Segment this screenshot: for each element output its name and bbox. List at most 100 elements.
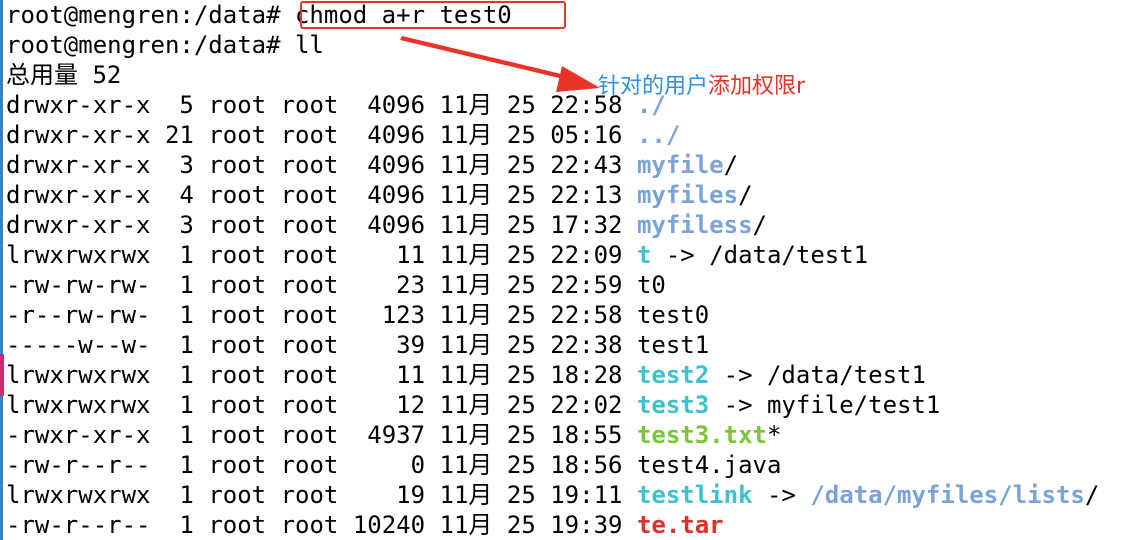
month-cell: 11月: [439, 331, 493, 359]
perms-cell: -rw-r--r--: [6, 511, 151, 539]
month-cell: 11月: [439, 481, 493, 509]
links-cell: 1: [179, 451, 194, 479]
type-suffix: /: [752, 211, 767, 239]
filename-cell: test3.txt: [636, 421, 767, 449]
filename-cell: testlink: [636, 481, 753, 509]
symlink-arrow: ->: [752, 481, 811, 509]
owner-cell: root: [208, 331, 267, 359]
group-cell: root: [280, 331, 339, 359]
links-cell: 4: [179, 181, 194, 209]
filename-cell: test1: [636, 331, 710, 359]
day-cell: 25: [506, 391, 536, 419]
owner-cell: root: [208, 451, 267, 479]
listing-row: drwxr-xr-x 5 root root 4096 11月 25 22:58…: [6, 90, 666, 120]
listing-row: drwxr-xr-x 21 root root 4096 11月 25 05:1…: [6, 120, 680, 150]
perms-cell: lrwxrwxrwx: [6, 361, 151, 389]
owner-cell: root: [208, 91, 267, 119]
symlink-target: /data/test1: [766, 361, 926, 389]
day-cell: 25: [506, 121, 536, 149]
links-cell: 1: [179, 271, 194, 299]
filename-cell: te.tar: [636, 511, 724, 539]
time-cell: 22:02: [550, 391, 623, 419]
group-cell: root: [280, 271, 339, 299]
day-cell: 25: [506, 301, 536, 329]
type-suffix: /: [723, 151, 739, 179]
owner-cell: root: [208, 121, 267, 149]
day-cell: 25: [506, 91, 536, 119]
day-cell: 25: [506, 331, 536, 359]
symlink-target: myfile/test1: [766, 391, 941, 419]
time-cell: 18:28: [550, 361, 623, 389]
group-cell: root: [280, 241, 339, 269]
listing-row: drwxr-xr-x 3 root root 4096 11月 25 17:32…: [6, 210, 767, 240]
month-cell: 11月: [439, 451, 493, 479]
owner-cell: root: [208, 481, 267, 509]
size-cell: 23: [396, 271, 426, 299]
terminal-window[interactable]: root@mengren:/data# chmod a+r test0 root@…: [0, 0, 1144, 540]
size-cell: 12: [396, 391, 426, 419]
day-cell: 25: [506, 451, 536, 479]
symlink-target: /data/myfiles/lists: [810, 481, 1085, 509]
owner-cell: root: [208, 181, 267, 209]
perms-cell: -r--rw-rw-: [6, 301, 151, 329]
perms-cell: drwxr-xr-x: [6, 211, 151, 239]
annotation-label: 针对的用户添加权限r: [598, 72, 805, 102]
day-cell: 25: [506, 211, 536, 239]
group-cell: root: [280, 211, 339, 239]
filename-cell: t: [636, 241, 652, 269]
owner-cell: root: [208, 301, 267, 329]
time-cell: 18:55: [550, 421, 623, 449]
symlink-arrow: ->: [709, 391, 767, 419]
links-cell: 21: [164, 121, 194, 149]
perms-cell: drwxr-xr-x: [6, 181, 151, 209]
owner-cell: root: [208, 511, 267, 539]
links-cell: 1: [179, 301, 194, 329]
listing-row: -r--rw-rw- 1 root root 123 11月 25 22:58 …: [6, 300, 709, 330]
type-suffix: /: [1084, 481, 1100, 509]
prompt-line: root@mengren:/data# ll: [6, 30, 324, 60]
time-cell: 22:43: [550, 151, 623, 179]
day-cell: 25: [506, 241, 536, 269]
group-cell: root: [280, 181, 339, 209]
month-cell: 11月: [439, 91, 493, 119]
day-cell: 25: [506, 421, 536, 449]
listing-row: -rw-rw-rw- 1 root root 23 11月 25 22:59 t…: [6, 270, 666, 300]
size-cell: 0: [410, 451, 426, 479]
group-cell: root: [280, 151, 339, 179]
annotation-perm-text: 添加权限r: [708, 74, 806, 99]
links-cell: 1: [179, 511, 194, 539]
command-text: ll: [294, 31, 324, 59]
perms-cell: -----w--w-: [6, 331, 151, 359]
size-cell: 4096: [367, 91, 426, 119]
symlink-target: /data/test1: [709, 241, 869, 269]
listing-row: drwxr-xr-x 4 root root 4096 11月 25 22:13…: [6, 180, 753, 210]
listing-row: lrwxrwxrwx 1 root root 11 11月 25 22:09 t…: [6, 240, 868, 270]
owner-cell: root: [208, 421, 267, 449]
day-cell: 25: [506, 361, 536, 389]
links-cell: 1: [179, 481, 194, 509]
day-cell: 25: [506, 181, 536, 209]
time-cell: 19:11: [550, 481, 623, 509]
perms-cell: -rw-rw-rw-: [6, 271, 151, 299]
filename-cell: ../: [636, 121, 681, 149]
filename-cell: test3: [636, 391, 710, 419]
window-edge-marker: [0, 354, 4, 396]
size-cell: 4096: [367, 121, 426, 149]
group-cell: root: [280, 511, 339, 539]
filename-cell: test0: [636, 301, 710, 329]
month-cell: 11月: [439, 211, 493, 239]
listing-row: drwxr-xr-x 3 root root 4096 11月 25 22:43…: [6, 150, 738, 180]
links-cell: 1: [179, 361, 194, 389]
owner-cell: root: [208, 361, 267, 389]
owner-cell: root: [208, 241, 267, 269]
size-cell: 4096: [367, 211, 426, 239]
size-cell: 11: [396, 361, 426, 389]
month-cell: 11月: [439, 301, 493, 329]
perms-cell: drwxr-xr-x: [6, 151, 151, 179]
listing-row: -rw-r--r-- 1 root root 0 11月 25 18:56 te…: [6, 450, 781, 480]
time-cell: 17:32: [550, 211, 623, 239]
month-cell: 11月: [439, 181, 493, 209]
perms-cell: lrwxrwxrwx: [6, 391, 151, 419]
month-cell: 11月: [439, 391, 493, 419]
listing-row: -----w--w- 1 root root 39 11月 25 22:38 t…: [6, 330, 709, 360]
